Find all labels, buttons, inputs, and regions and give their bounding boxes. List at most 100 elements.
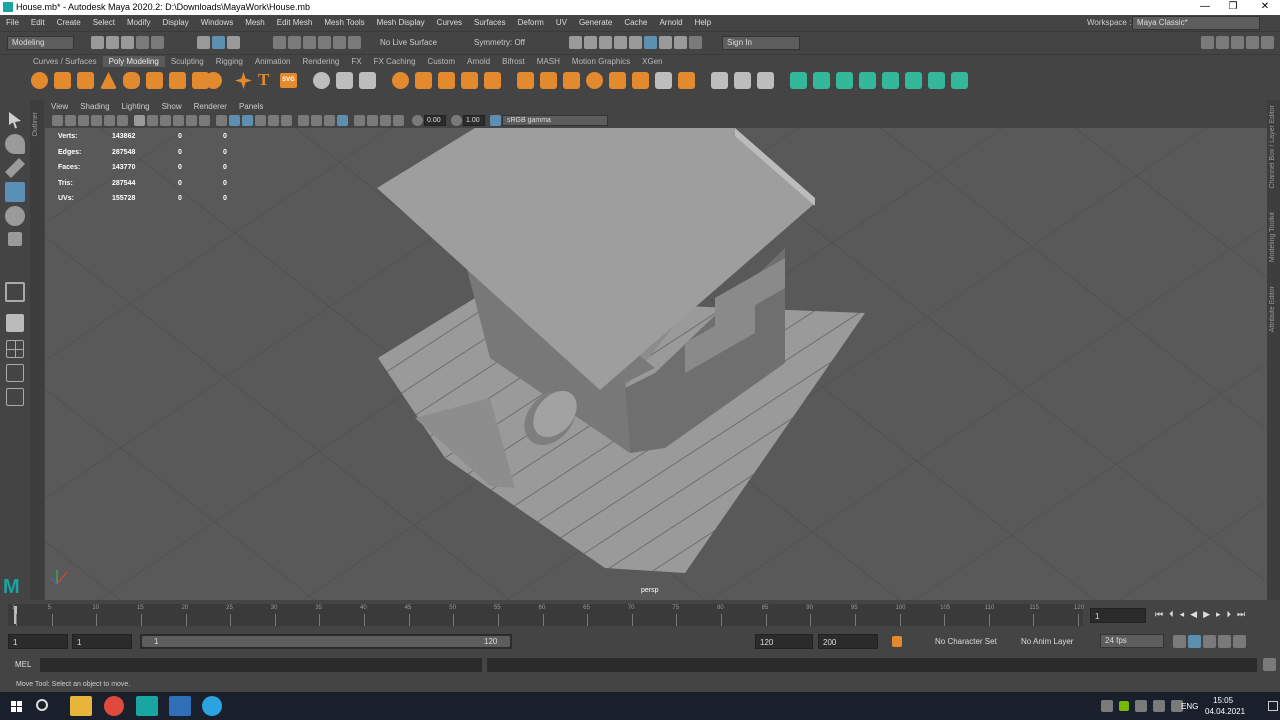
viewport-menu-shading[interactable]: Shading <box>74 101 115 113</box>
snap-point-icon[interactable] <box>303 36 316 49</box>
extract-icon[interactable] <box>484 72 501 89</box>
menu-edit[interactable]: Edit <box>25 15 51 30</box>
wireframe-on-shaded-icon[interactable] <box>242 115 253 126</box>
planar-mapping-icon[interactable] <box>790 72 807 89</box>
file-explorer-icon[interactable] <box>70 696 92 716</box>
cylindrical-mapping-icon[interactable] <box>813 72 830 89</box>
gate-mask-icon[interactable] <box>173 115 184 126</box>
hypershade-icon[interactable] <box>629 36 642 49</box>
menu-display[interactable]: Display <box>157 15 195 30</box>
select-tool-icon[interactable] <box>9 112 21 129</box>
target-weld-icon[interactable] <box>336 72 353 89</box>
bridge-icon[interactable] <box>517 72 534 89</box>
modeling-toolkit-icon[interactable] <box>1201 36 1214 49</box>
command-input[interactable] <box>40 658 482 672</box>
four-view-layout-icon[interactable] <box>6 340 24 358</box>
open-scene-icon[interactable] <box>106 36 119 49</box>
clock-date[interactable]: 04.04.2021 <box>1205 707 1245 716</box>
resolution-gate-icon[interactable] <box>160 115 171 126</box>
wireframe-icon[interactable] <box>216 115 227 126</box>
poly-cylinder-icon[interactable] <box>77 72 94 89</box>
channel-box-tab[interactable]: Channel Box / Layer Editor <box>1269 105 1276 189</box>
menu-select[interactable]: Select <box>87 15 121 30</box>
last-tool-icon[interactable] <box>5 282 25 302</box>
shelf-tab-mash[interactable]: MASH <box>531 56 566 67</box>
field-chart-icon[interactable] <box>186 115 197 126</box>
use-all-lights-icon[interactable] <box>268 115 279 126</box>
snap-grid-icon[interactable] <box>273 36 286 49</box>
new-scene-icon[interactable] <box>91 36 104 49</box>
svg-tool-icon[interactable]: SVG <box>280 73 297 88</box>
animation-start-field[interactable]: 1 <box>8 634 68 649</box>
poly-cone-icon[interactable] <box>100 72 117 89</box>
menu-set-dropdown[interactable]: Modeling <box>7 36 74 50</box>
step-back-key-icon[interactable]: ⏴ <box>1169 609 1174 620</box>
bookmarks-icon[interactable] <box>78 115 89 126</box>
menu-deform[interactable]: Deform <box>512 15 550 30</box>
sign-in-dropdown[interactable]: Sign In <box>722 36 800 50</box>
shelf-tab-sculpting[interactable]: Sculpting <box>165 56 210 67</box>
outliner-layout-icon[interactable] <box>6 388 24 406</box>
animation-end-field[interactable]: 200 <box>818 634 878 649</box>
menu-uv[interactable]: UV <box>550 15 573 30</box>
poly-cube-icon[interactable] <box>54 72 71 89</box>
playback-start-field[interactable]: 1 <box>72 634 132 649</box>
move-tool-icon[interactable] <box>5 182 25 202</box>
go-to-start-icon[interactable]: ⏮ <box>1155 609 1163 620</box>
append-polygon-icon[interactable] <box>609 72 626 89</box>
playback-end-field[interactable]: 120 <box>755 634 813 649</box>
safe-action-icon[interactable] <box>199 115 210 126</box>
fill-hole-icon[interactable] <box>586 72 603 89</box>
cache-playback-icon[interactable] <box>1188 635 1201 648</box>
uv-cut-icon[interactable] <box>882 72 899 89</box>
step-back-frame-icon[interactable]: ◂ <box>1180 609 1185 620</box>
telegram-icon[interactable] <box>202 696 222 716</box>
menu-generate[interactable]: Generate <box>573 15 618 30</box>
search-icon[interactable] <box>36 699 48 711</box>
layer-editor-icon[interactable] <box>1261 36 1274 49</box>
automatic-mapping-icon[interactable] <box>859 72 876 89</box>
anim-prefs-icon[interactable] <box>1218 635 1231 648</box>
wedge-icon[interactable] <box>632 72 649 89</box>
auto-key-icon[interactable] <box>892 636 902 647</box>
loop-icon[interactable] <box>1173 635 1186 648</box>
channel-box-icon[interactable] <box>1246 36 1259 49</box>
viewport-menu-lighting[interactable]: Lighting <box>116 101 156 113</box>
lasso-tool-icon[interactable] <box>5 134 25 154</box>
menu-cache[interactable]: Cache <box>618 15 653 30</box>
render-view-icon[interactable] <box>569 36 582 49</box>
film-gate-icon[interactable] <box>147 115 158 126</box>
menu-help[interactable]: Help <box>689 15 717 30</box>
shelf-tab-fx[interactable]: FX <box>345 56 367 67</box>
undo-icon[interactable] <box>136 36 149 49</box>
workspace-dropdown[interactable]: Maya Classic* <box>1132 16 1260 30</box>
select-hierarchy-icon[interactable] <box>197 36 210 49</box>
attribute-editor-icon[interactable] <box>1216 36 1229 49</box>
pause-icon[interactable] <box>689 36 702 49</box>
isolate-select-icon[interactable] <box>354 115 365 126</box>
attribute-editor-tab[interactable]: Attribute Editor <box>1269 286 1276 332</box>
step-forward-key-icon[interactable]: ⏵ <box>1227 609 1232 620</box>
mirror-icon[interactable] <box>359 72 376 89</box>
platonic-solid-icon[interactable] <box>205 72 222 89</box>
separate-icon[interactable] <box>415 72 432 89</box>
view-transform-dropdown[interactable]: sRGB gamma <box>502 115 608 126</box>
poly-sphere-icon[interactable] <box>31 72 48 89</box>
shelf-tab-poly-modeling[interactable]: Poly Modeling <box>102 56 165 67</box>
arnold-ipr-icon[interactable] <box>659 36 672 49</box>
shelf-tab-custom[interactable]: Custom <box>421 56 461 67</box>
spherical-mapping-icon[interactable] <box>836 72 853 89</box>
menu-mesh[interactable]: Mesh <box>239 15 271 30</box>
scale-tool-icon[interactable] <box>8 232 22 246</box>
gamma-field[interactable]: 1.00 <box>463 115 485 126</box>
offset-edge-loop-icon[interactable] <box>734 72 751 89</box>
poly-torus-icon[interactable] <box>123 72 140 89</box>
screen-space-ao-icon[interactable] <box>298 115 309 126</box>
symmetry-label[interactable]: Symmetry: Off <box>474 36 525 50</box>
photos-icon[interactable] <box>169 696 191 716</box>
shadows-icon[interactable] <box>281 115 292 126</box>
image-plane-icon[interactable] <box>91 115 102 126</box>
quad-draw-icon[interactable] <box>757 72 774 89</box>
shelf-tab-rendering[interactable]: Rendering <box>296 56 345 67</box>
chrome-icon[interactable] <box>104 696 124 716</box>
